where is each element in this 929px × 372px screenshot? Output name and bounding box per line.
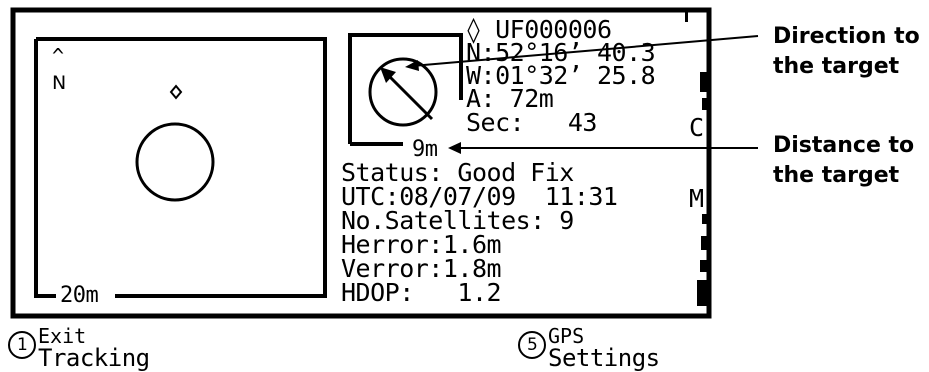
direction-arrow <box>383 70 434 121</box>
target-seconds: Sec: 43 <box>466 108 597 137</box>
signal-bar-lower-3 <box>700 260 709 272</box>
map-scale-label: 20m <box>60 283 99 308</box>
hdop-line: HDOP: 1.2 <box>341 278 502 307</box>
softkey-5-number: 5 <box>527 335 538 355</box>
compass-box <box>348 33 463 146</box>
gps-settings-line1[interactable]: GPS <box>548 326 584 346</box>
map-range-circle <box>135 122 215 202</box>
north-caret: ^ <box>52 44 65 68</box>
signal-bar-lower-2 <box>701 236 709 250</box>
map-target-diamond <box>169 84 183 100</box>
direction-callout-text: Direction to the target <box>773 22 920 82</box>
side-letter-upper: C <box>689 113 704 142</box>
gps-settings-softkey[interactable]: 5 <box>519 332 547 360</box>
distance-callout-line1: Distance to <box>773 133 915 158</box>
direction-callout-line1: Direction to <box>773 24 920 49</box>
softkey-1-number: 1 <box>17 335 28 355</box>
direction-callout-line2: the target <box>773 54 900 79</box>
signal-bar-upper-1 <box>700 72 710 92</box>
map-box <box>34 37 327 298</box>
exit-tracking-softkey[interactable]: 1 <box>9 332 37 360</box>
distance-callout-text: Distance to the target <box>773 131 914 191</box>
north-label: N <box>52 72 67 94</box>
signal-bar-lower-1 <box>702 214 709 224</box>
side-letter-lower: M <box>689 184 704 213</box>
distance-callout-arrowhead <box>448 142 461 154</box>
gps-settings-line2[interactable]: Settings <box>548 346 660 371</box>
distance-callout-line2: the target <box>773 163 900 188</box>
frame-tick <box>685 8 688 22</box>
signal-bar-lower-4 <box>697 280 709 306</box>
signal-bar-upper-2 <box>702 98 710 110</box>
exit-tracking-line2[interactable]: Tracking <box>38 346 150 371</box>
exit-tracking-line1[interactable]: Exit <box>38 326 86 346</box>
